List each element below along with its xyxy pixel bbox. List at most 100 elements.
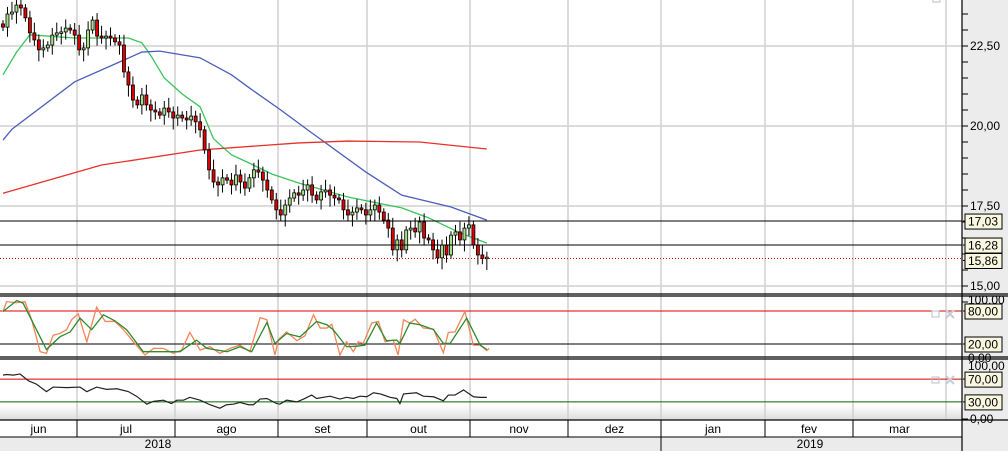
candle-up (283, 204, 288, 216)
rsi-panel[interactable] (0, 373, 962, 409)
candle-down (1, 23, 5, 28)
month-label: ago (216, 422, 236, 436)
candle-down (381, 211, 386, 221)
rsi-level-label: 70,00 (968, 373, 998, 387)
candle-down (153, 109, 158, 113)
candle-up (175, 114, 180, 119)
candle-down (23, 7, 28, 19)
candle-up (287, 197, 292, 206)
month-label: dez (605, 422, 624, 436)
stochastic-k-line (2, 300, 490, 356)
candle-up (104, 35, 108, 39)
candle-down (296, 192, 301, 196)
candle-down (77, 34, 82, 51)
rsi-level-label: 30,00 (968, 395, 998, 409)
stock-chart[interactable]: 22,50 20,00 17,50 15,00 17,03 16,2815,86 100,0… (0, 0, 1008, 451)
candle-down (68, 27, 73, 31)
candle-down (113, 37, 117, 43)
month-label: out (410, 422, 427, 436)
candle-down (337, 197, 341, 201)
candle-down (171, 111, 176, 119)
moving-average-short (2, 34, 488, 244)
candle-up (408, 227, 413, 231)
candle-down (99, 35, 104, 39)
candle-up (86, 29, 91, 49)
candle-up (301, 189, 306, 196)
candle-up (251, 169, 256, 179)
candle-up (462, 227, 467, 241)
rsi-restore-icon[interactable] (931, 376, 940, 384)
candle-down (328, 189, 332, 196)
candle-down (341, 199, 346, 211)
month-label: nov (509, 422, 528, 436)
month-label: mar (889, 422, 910, 436)
value-axis-label: 17,50 (970, 199, 1000, 213)
candle-up (404, 229, 409, 251)
candle-down (332, 194, 337, 199)
candle-up (220, 177, 225, 186)
candle-down (32, 32, 37, 41)
stochastic-panel[interactable] (0, 299, 962, 356)
candle-up (372, 204, 377, 211)
candle-up (417, 221, 422, 233)
candle-down (198, 121, 203, 131)
candle-up (355, 207, 359, 213)
candle-up (81, 47, 86, 51)
value-axis-label: 22,50 (970, 39, 1000, 53)
rsi-close-icon[interactable] (945, 375, 955, 385)
candle-up (41, 47, 46, 51)
candle-down (435, 249, 440, 259)
candle-down (256, 169, 261, 173)
candle-up (50, 34, 55, 46)
candle-up (14, 4, 19, 13)
candle-down (211, 169, 216, 183)
candle-down (471, 224, 476, 246)
candle-down (265, 179, 270, 191)
candle-down (95, 19, 99, 37)
candle-down (243, 181, 247, 189)
candle-down (390, 227, 395, 251)
candle-up (234, 174, 238, 186)
candle-up (292, 192, 297, 199)
price-restore-icon[interactable] (932, 0, 941, 3)
candle-down (202, 129, 207, 151)
candle-down (126, 71, 131, 86)
candle-down (475, 244, 480, 256)
candle-down (229, 179, 234, 186)
panel-controls[interactable] (931, 0, 955, 385)
candle-down (363, 209, 368, 216)
candle-down (135, 99, 140, 106)
stochastic-level-label: 20,00 (968, 338, 998, 352)
candle-up (368, 209, 373, 216)
candle-up (319, 191, 323, 201)
candle-down (193, 115, 198, 123)
month-label: jun (29, 422, 46, 436)
candle-down (184, 117, 189, 121)
candle-up (5, 13, 10, 28)
candle-up (54, 32, 59, 36)
candle-down (122, 44, 126, 73)
value-axis-label: 20,00 (970, 119, 1000, 133)
month-label: jan (704, 422, 721, 436)
candle-down (238, 174, 243, 183)
candle-up (323, 189, 328, 193)
stochastic-restore-icon[interactable] (931, 310, 940, 318)
candle-up (90, 19, 95, 31)
candle-down (359, 207, 364, 211)
candle-up (63, 27, 68, 33)
price-panel[interactable] (0, 0, 962, 270)
value-axis-label: 15,00 (970, 279, 1000, 293)
candle-down (19, 4, 23, 9)
candle-up (139, 94, 144, 106)
candle-down (225, 177, 229, 181)
candle-down (166, 107, 171, 113)
candle-up (305, 184, 310, 191)
month-label: jul (119, 422, 132, 436)
panel-frames (0, 0, 1008, 451)
candle-up (162, 107, 167, 116)
candle-down (377, 204, 382, 213)
price-level-label: 17,03 (968, 215, 998, 229)
candle-up (10, 11, 14, 15)
candle-up (350, 211, 355, 216)
rsi-axis-min: 0,00 (970, 412, 994, 426)
